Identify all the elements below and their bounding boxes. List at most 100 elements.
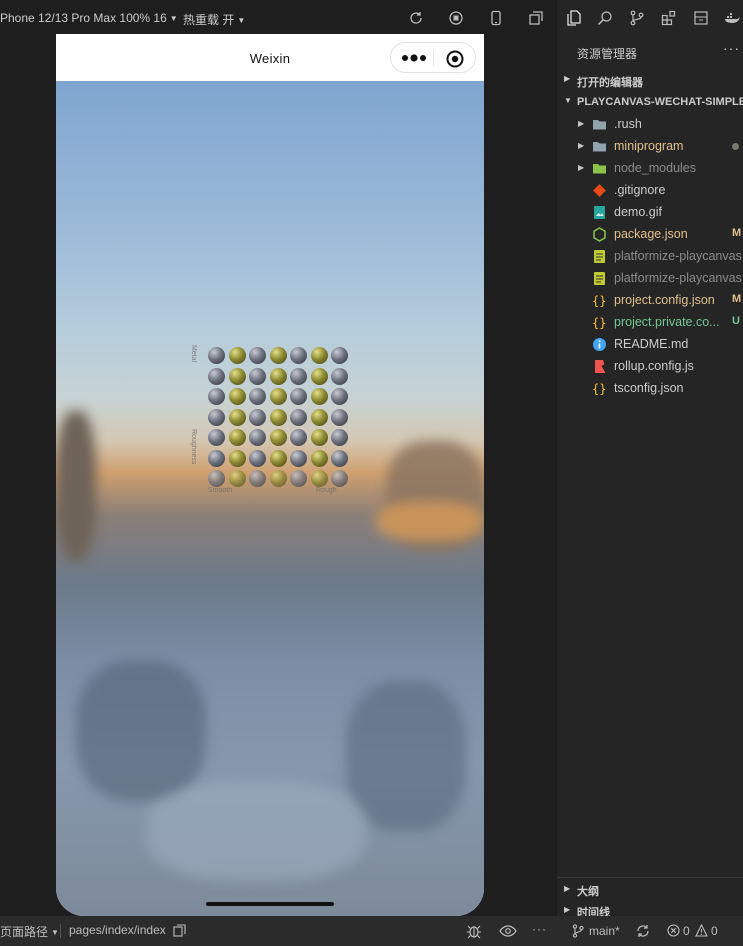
file-name: miniprogram bbox=[614, 139, 684, 153]
material-sphere bbox=[310, 367, 328, 385]
info-icon bbox=[592, 337, 607, 352]
material-sphere bbox=[208, 429, 225, 446]
material-sphere bbox=[269, 388, 287, 405]
source-control-icon[interactable] bbox=[629, 10, 645, 26]
file-item[interactable]: .gitignore bbox=[557, 179, 743, 201]
file-name: .gitignore bbox=[614, 183, 666, 197]
file-item[interactable]: platformize-playcanvas bbox=[557, 245, 743, 267]
simulator-statusbar: 页面路径 ▼ pages/index/index ··· bbox=[0, 916, 556, 946]
material-sphere bbox=[331, 347, 348, 364]
material-sphere bbox=[228, 408, 246, 426]
material-sphere bbox=[290, 367, 307, 385]
material-sphere bbox=[208, 449, 225, 467]
git-file-icon bbox=[592, 183, 607, 198]
phone-preview-icon[interactable] bbox=[488, 10, 504, 26]
grid-label-rough: Rough bbox=[316, 487, 337, 494]
file-item[interactable]: {} project.config.json M bbox=[557, 289, 743, 311]
node-folder-icon bbox=[592, 161, 607, 176]
material-sphere bbox=[290, 470, 307, 487]
phone-screen: Weixin Metal Roughness Smooth Rough bbox=[56, 34, 484, 916]
material-sphere bbox=[331, 449, 348, 467]
device-label: Phone 12/13 Pro Max 100% 16 bbox=[0, 11, 167, 25]
blurred-trees-left bbox=[76, 661, 206, 801]
folder-item[interactable]: ▶ node_modules bbox=[557, 157, 743, 179]
material-sphere bbox=[290, 449, 307, 467]
storage-icon[interactable] bbox=[693, 10, 709, 26]
warning-count: 0 bbox=[711, 924, 718, 938]
material-sphere bbox=[331, 429, 348, 446]
file-item[interactable]: demo.gif bbox=[557, 201, 743, 223]
error-icon[interactable] bbox=[667, 924, 680, 937]
page-path-label: 页面路径 bbox=[0, 925, 49, 939]
eye-icon[interactable] bbox=[499, 923, 517, 939]
explorer-more-icon[interactable]: ··· bbox=[723, 40, 740, 56]
device-selector[interactable]: Phone 12/13 Pro Max 100% 16 ▼ bbox=[0, 11, 178, 25]
file-name: node_modules bbox=[614, 161, 697, 175]
material-sphere bbox=[208, 408, 225, 426]
hot-reload-label: 热重载 开 bbox=[183, 13, 235, 27]
material-sphere bbox=[269, 367, 287, 385]
material-sphere bbox=[290, 347, 307, 364]
rollup-icon bbox=[592, 359, 607, 374]
explorer-files-icon[interactable] bbox=[566, 10, 582, 26]
file-item[interactable]: rollup.config.js bbox=[557, 355, 743, 377]
blurred-ground bbox=[146, 781, 366, 881]
copy-icon[interactable] bbox=[173, 924, 186, 937]
material-sphere bbox=[228, 429, 246, 446]
file-name: README.md bbox=[614, 337, 689, 351]
material-sphere bbox=[310, 470, 328, 487]
folder-item[interactable]: ▶ .rush bbox=[557, 113, 743, 135]
material-sphere bbox=[331, 408, 348, 426]
file-item[interactable]: {} project.private.co... U bbox=[557, 311, 743, 333]
sync-icon[interactable] bbox=[636, 924, 650, 938]
search-icon[interactable] bbox=[597, 10, 613, 26]
chevron-right-icon: ▶ bbox=[564, 905, 571, 914]
material-sphere bbox=[249, 347, 266, 364]
file-name: tsconfig.json bbox=[614, 381, 684, 395]
json-braces-icon: {} bbox=[592, 381, 607, 396]
page-path-value: pages/index/index bbox=[69, 923, 166, 937]
open-editors-section[interactable]: ▶ 打开的编辑器 bbox=[557, 69, 743, 91]
outline-section[interactable]: ▶ 大纲 bbox=[557, 877, 743, 899]
material-sphere bbox=[208, 470, 225, 487]
chevron-right-icon: ▶ bbox=[578, 163, 585, 172]
file-item[interactable]: package.json M bbox=[557, 223, 743, 245]
file-item[interactable]: platformize-playcanvas bbox=[557, 267, 743, 289]
docker-whale-icon[interactable] bbox=[724, 10, 740, 26]
page-path-selector[interactable]: 页面路径 ▼ bbox=[0, 923, 59, 940]
material-sphere bbox=[249, 388, 266, 405]
section-label: 大纲 bbox=[577, 886, 599, 898]
material-sphere bbox=[269, 408, 287, 426]
detach-window-icon[interactable] bbox=[528, 10, 544, 26]
canvas-viewport[interactable]: Metal Roughness Smooth Rough bbox=[56, 81, 484, 916]
file-name: package.json bbox=[614, 227, 688, 241]
debug-bug-icon[interactable] bbox=[466, 923, 482, 939]
file-item[interactable]: README.md bbox=[557, 333, 743, 355]
material-sphere bbox=[331, 470, 348, 487]
more-dots-icon[interactable] bbox=[401, 52, 427, 64]
file-item[interactable]: {} tsconfig.json bbox=[557, 377, 743, 399]
material-sphere bbox=[331, 367, 348, 385]
stop-record-icon[interactable] bbox=[448, 10, 464, 26]
material-sphere bbox=[310, 388, 328, 405]
chevron-right-icon: ▶ bbox=[564, 74, 571, 83]
grid-label-metal: Metal bbox=[190, 345, 197, 363]
close-miniprogram-icon[interactable] bbox=[445, 49, 465, 69]
project-section[interactable]: ▼ PLAYCANVAS-WECHAT-SIMPLE bbox=[557, 91, 743, 113]
folder-item[interactable]: ▶ miniprogram bbox=[557, 135, 743, 157]
nodejs-icon bbox=[592, 227, 607, 242]
file-name: project.config.json bbox=[614, 293, 715, 307]
chevron-right-icon: ▶ bbox=[564, 884, 571, 893]
material-sphere bbox=[269, 470, 287, 487]
explorer-panel: 资源管理器 ··· ▶ 打开的编辑器 ▼ PLAYCANVAS-WECHAT-S… bbox=[556, 0, 743, 946]
file-name: platformize-playcanvas bbox=[614, 249, 742, 263]
extensions-icon[interactable] bbox=[661, 10, 677, 26]
git-branch-name[interactable]: main* bbox=[589, 924, 620, 938]
more-icon[interactable]: ··· bbox=[532, 922, 547, 936]
chevron-right-icon: ▶ bbox=[578, 141, 585, 150]
svg-text:{}: {} bbox=[592, 316, 606, 330]
warning-icon[interactable] bbox=[695, 924, 708, 937]
file-name: rollup.config.js bbox=[614, 359, 694, 373]
hot-reload-toggle[interactable]: 热重载 开 ▼ bbox=[183, 11, 245, 28]
refresh-icon[interactable] bbox=[408, 10, 424, 26]
